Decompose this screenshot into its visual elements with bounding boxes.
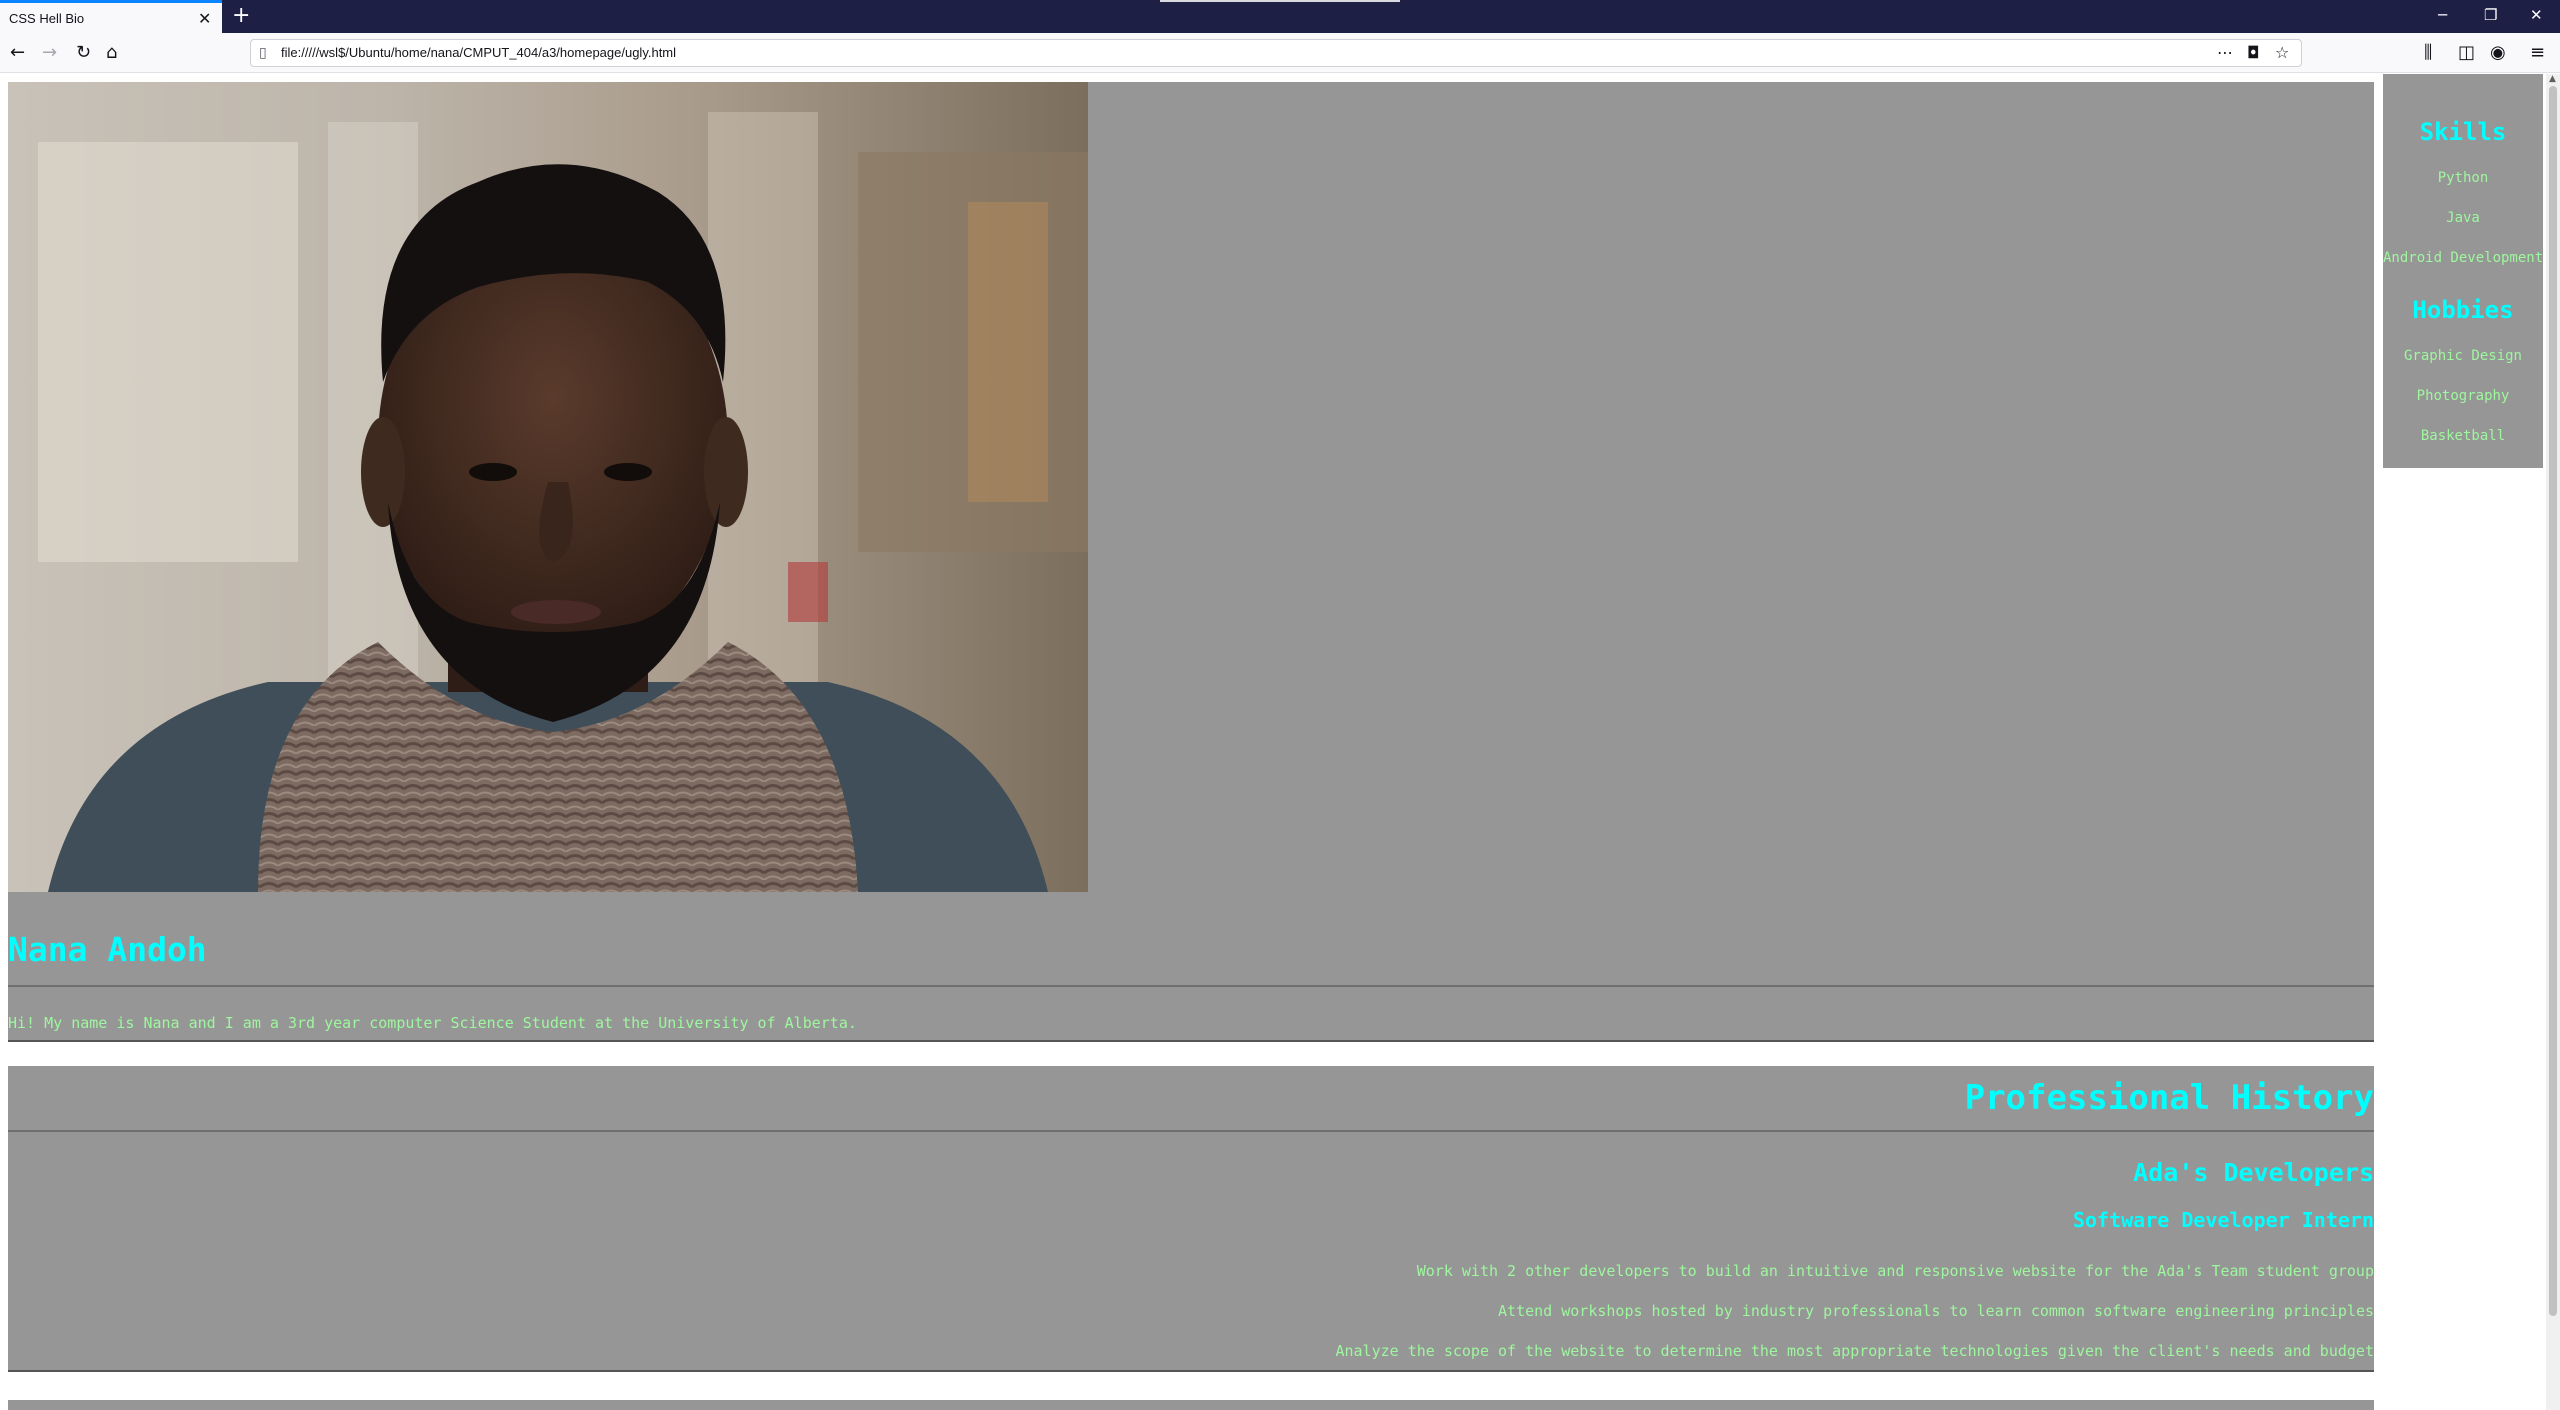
- tab-title: CSS Hell Bio: [9, 11, 85, 26]
- menu-icon[interactable]: ≡: [2530, 42, 2545, 63]
- reload-icon[interactable]: ↻: [76, 42, 91, 63]
- sidebar-icon[interactable]: ◫: [2458, 42, 2475, 63]
- job-company: Ada's Developers: [2133, 1158, 2374, 1187]
- skill-item: Android Development: [2383, 250, 2544, 266]
- hobby-item: Graphic Design: [2403, 348, 2522, 364]
- section-border: [8, 1040, 2374, 1042]
- next-section: [8, 1400, 2374, 1410]
- hobby-item: Photography: [2416, 388, 2510, 404]
- forward-icon[interactable]: →: [42, 42, 57, 63]
- back-icon[interactable]: ←: [10, 42, 25, 63]
- minimize-icon[interactable]: ─: [2438, 6, 2447, 24]
- sidebar: Skills Python Java Android Development H…: [2383, 74, 2543, 468]
- history-title: Professional History: [1964, 1078, 2374, 1118]
- hobbies-heading: Hobbies: [2412, 296, 2514, 324]
- hobby-item: Basketball: [2420, 428, 2506, 444]
- tab-bar: CSS Hell Bio ✕ + ─ ❐ ✕: [0, 0, 2560, 33]
- home-icon[interactable]: ⌂: [106, 42, 117, 63]
- bio-section: Nana Andoh Hi! My name is Nana and I am …: [8, 82, 2374, 1042]
- skill-item: Python: [2437, 170, 2489, 186]
- bio-intro: Hi! My name is Nana and I am a 3rd year …: [8, 1014, 857, 1032]
- close-tab-icon[interactable]: ✕: [198, 9, 211, 28]
- url-bar[interactable]: ▯ file://///wsl$/Ubuntu/home/nana/CMPUT_…: [250, 39, 2302, 67]
- scrollbar-thumb[interactable]: [2549, 86, 2557, 1316]
- pocket-icon[interactable]: ◘: [2247, 43, 2260, 62]
- library-icon[interactable]: ⫼: [2424, 42, 2432, 63]
- navigation-bar: ← → ↻ ⌂ ▯ file://///wsl$/Ubuntu/home/nan…: [0, 33, 2560, 73]
- account-icon[interactable]: ◉: [2490, 42, 2506, 63]
- more-icon[interactable]: ⋯: [2217, 43, 2233, 62]
- job-duty: Work with 2 other developers to build an…: [1416, 1262, 2374, 1280]
- person-name: Nana Andoh: [8, 930, 207, 969]
- close-window-icon[interactable]: ✕: [2530, 6, 2543, 24]
- url-text[interactable]: file://///wsl$/Ubuntu/home/nana/CMPUT_40…: [281, 45, 676, 60]
- divider: [8, 1130, 2374, 1132]
- job-duty: Analyze the scope of the website to dete…: [1335, 1342, 2374, 1360]
- divider: [8, 985, 2374, 987]
- active-tab[interactable]: CSS Hell Bio ✕: [0, 0, 222, 33]
- restore-icon[interactable]: ❐: [2484, 6, 2497, 24]
- page-icon: ▯: [259, 45, 267, 61]
- scroll-up-icon[interactable]: ▲: [2549, 74, 2556, 84]
- bookmark-star-icon[interactable]: ☆: [2275, 43, 2289, 62]
- job-duty: Attend workshops hosted by industry prof…: [1498, 1302, 2374, 1320]
- page-viewport: Nana Andoh Hi! My name is Nana and I am …: [0, 74, 2560, 1410]
- history-section: Professional History Ada's Developers So…: [8, 1066, 2374, 1372]
- job-role: Software Developer Intern: [2072, 1208, 2374, 1232]
- new-tab-icon[interactable]: +: [232, 3, 250, 28]
- section-border: [8, 1370, 2374, 1372]
- skills-heading: Skills: [2419, 118, 2507, 146]
- profile-photo: [8, 82, 1088, 892]
- skill-item: Java: [2446, 210, 2480, 226]
- drag-indicator: [1160, 0, 1400, 2]
